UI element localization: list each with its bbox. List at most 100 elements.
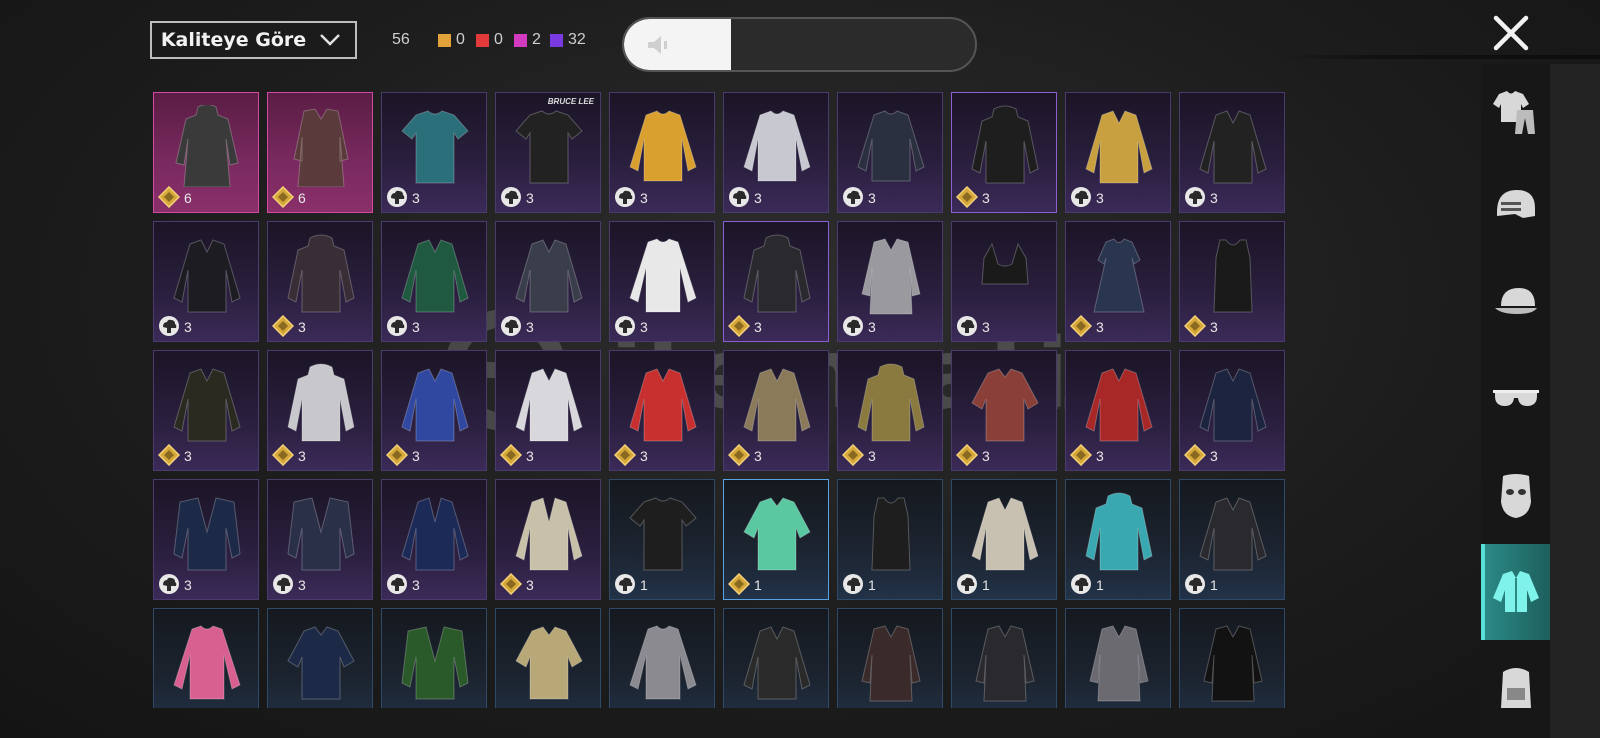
sidebar-tab-glasses[interactable] (1481, 352, 1550, 448)
inventory-item[interactable] (1065, 608, 1171, 708)
speaker-icon (648, 36, 667, 54)
item-quantity: 3 (640, 190, 648, 206)
item-quantity: 3 (868, 448, 876, 464)
inventory-item[interactable] (951, 608, 1057, 708)
item-quantity: 3 (526, 190, 534, 206)
inventory-item[interactable]: 1 (1179, 479, 1285, 600)
inventory-item[interactable]: 3 (267, 221, 373, 342)
inventory-item[interactable]: 3 (951, 350, 1057, 471)
item-quantity: 3 (1096, 190, 1104, 206)
outfit-icon (1492, 91, 1535, 134)
inventory-item[interactable]: 3 (951, 92, 1057, 213)
inventory-item[interactable]: 3 (1179, 221, 1285, 342)
inventory-item[interactable]: 3 (153, 350, 259, 471)
inventory-item[interactable]: 3 (609, 350, 715, 471)
inventory-item[interactable]: 3 (1065, 350, 1171, 471)
sort-dropdown-label: Kaliteye Göre (160, 29, 307, 51)
diamond-currency-icon (272, 444, 294, 466)
inventory-item[interactable]: 3 (153, 479, 259, 600)
inventory-item[interactable]: 6 (267, 92, 373, 213)
item-quantity: 6 (298, 190, 306, 206)
inventory-item[interactable]: 3 (267, 479, 373, 600)
diamond-currency-icon (842, 444, 864, 466)
inventory-item[interactable] (1179, 608, 1285, 708)
inventory-item[interactable]: 3 (495, 221, 601, 342)
garment-raglan-icon (629, 238, 697, 313)
inventory-item[interactable]: 3 (837, 221, 943, 342)
garment-hoodie-icon (287, 363, 355, 442)
inventory-item[interactable]: 3 (495, 479, 601, 600)
inventory-item[interactable] (267, 608, 373, 708)
inventory-item[interactable] (381, 608, 487, 708)
sidebar-tab-helmet[interactable] (1481, 160, 1550, 256)
volume-slider[interactable] (622, 17, 977, 72)
inventory-item[interactable]: 3 (1065, 92, 1171, 213)
sidebar-tab-shirt[interactable] (1481, 544, 1550, 640)
inventory-item[interactable]: 3 (1065, 221, 1171, 342)
inventory-item[interactable]: 3 (951, 221, 1057, 342)
item-quantity: 3 (412, 319, 420, 335)
rarity-count-orange: 0 (438, 31, 465, 49)
inventory-item[interactable]: 1 (1065, 479, 1171, 600)
sidebar-tab-outfit[interactable] (1481, 64, 1550, 160)
sidebar-tab-mask[interactable] (1481, 448, 1550, 544)
inventory-item[interactable]: 3 (609, 92, 715, 213)
cloud-currency-icon (273, 574, 293, 594)
garment-jacket-icon (401, 368, 469, 442)
inventory-item[interactable]: 1 (837, 479, 943, 600)
garment-vest-icon (287, 497, 355, 571)
diamond-currency-icon (728, 315, 750, 337)
shirt-icon (1492, 571, 1539, 612)
item-quantity: 3 (1210, 190, 1218, 206)
inventory-item[interactable]: 3 (723, 92, 829, 213)
inventory-item[interactable] (153, 608, 259, 708)
garment-tshirt-icon (629, 497, 697, 571)
close-icon[interactable] (1490, 12, 1532, 54)
volume-slider-fill (624, 19, 731, 70)
inventory-item[interactable]: 3 (837, 350, 943, 471)
inventory-item[interactable]: 3 (723, 350, 829, 471)
inventory-item[interactable]: 3 (495, 350, 601, 471)
mask-icon (1500, 474, 1531, 518)
inventory-item[interactable]: 1 (951, 479, 1057, 600)
inventory-item[interactable]: 3 (837, 92, 943, 213)
garment-jacket-icon (515, 368, 583, 442)
garment-raglan-icon (173, 625, 241, 700)
item-quantity: 3 (754, 190, 762, 206)
inventory-item[interactable]: 3 (609, 221, 715, 342)
rarity-count-value: 0 (456, 31, 465, 48)
inventory-item[interactable]: 3 BRUCE LEE (495, 92, 601, 213)
inventory-item[interactable]: 3 (381, 92, 487, 213)
inventory-item[interactable]: 3 (381, 479, 487, 600)
inventory-item[interactable] (609, 608, 715, 708)
inventory-item[interactable]: 3 (381, 221, 487, 342)
item-quantity: 3 (526, 319, 534, 335)
item-brand-label: BRUCE LEE (547, 97, 594, 106)
garment-jacket-icon (1085, 110, 1153, 184)
item-quantity: 3 (640, 319, 648, 335)
inventory-item[interactable]: 6 (153, 92, 259, 213)
sidebar-tab-cap[interactable] (1481, 256, 1550, 352)
inventory-item[interactable]: 3 (1179, 92, 1285, 213)
garment-sweater-icon (743, 110, 811, 182)
item-quantity: 3 (868, 190, 876, 206)
inventory-item[interactable]: 3 (381, 350, 487, 471)
sidebar-tab-backpack[interactable] (1481, 640, 1550, 736)
inventory-item[interactable]: 3 (267, 350, 373, 471)
item-quantity: 3 (754, 319, 762, 335)
garment-jacket-icon (1199, 368, 1267, 442)
cloud-currency-icon (1185, 574, 1205, 594)
inventory-item[interactable]: 3 (1179, 350, 1285, 471)
item-quantity: 3 (1210, 319, 1218, 335)
inventory-item[interactable]: 3 (153, 221, 259, 342)
inventory-item[interactable]: 1 (723, 479, 829, 600)
inventory-item[interactable]: 3 (723, 221, 829, 342)
item-quantity: 3 (1210, 448, 1218, 464)
sort-dropdown[interactable]: Kaliteye Göre (150, 21, 357, 59)
item-quantity: 3 (526, 577, 534, 593)
inventory-item[interactable]: 1 (609, 479, 715, 600)
cap-icon (1494, 288, 1537, 314)
inventory-item[interactable] (723, 608, 829, 708)
inventory-item[interactable] (495, 608, 601, 708)
inventory-item[interactable] (837, 608, 943, 708)
